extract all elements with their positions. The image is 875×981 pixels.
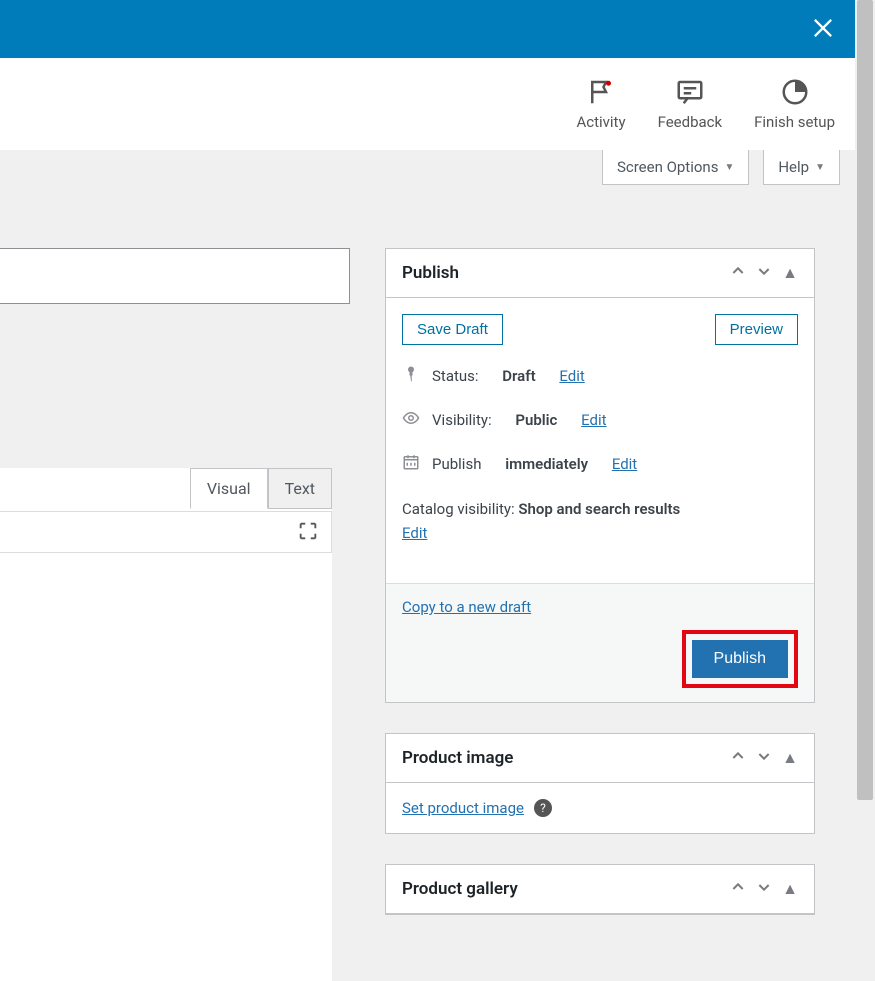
help-icon[interactable]: ? (534, 799, 552, 817)
feedback-label: Feedback (658, 113, 723, 131)
catalog-visibility-row: Catalog visibility: Shop and search resu… (402, 497, 798, 545)
publish-footer: Copy to a new draft Publish (386, 583, 814, 702)
edit-visibility-link[interactable]: Edit (581, 411, 606, 429)
product-title-input[interactable] (0, 248, 350, 304)
schedule-row: Publish immediately Edit (402, 453, 798, 475)
status-value: Draft (502, 367, 535, 385)
close-icon[interactable] (809, 14, 837, 48)
toggle-icon[interactable]: ▲ (782, 879, 798, 899)
move-down-icon[interactable] (756, 748, 772, 768)
screen-options-button[interactable]: Screen Options ▼ (602, 150, 749, 185)
text-tab[interactable]: Text (268, 468, 332, 509)
toggle-icon[interactable]: ▲ (782, 748, 798, 768)
highlight-annotation: Publish (682, 630, 798, 688)
speech-bubble-icon (675, 77, 705, 107)
progress-circle-icon (780, 77, 810, 107)
move-up-icon[interactable] (730, 263, 746, 283)
woocommerce-banner (0, 0, 855, 58)
activity-button[interactable]: Activity (576, 77, 625, 131)
set-product-image-link[interactable]: Set product image (402, 799, 524, 817)
product-gallery-header: Product gallery ▲ (386, 865, 814, 914)
product-gallery-metabox: Product gallery ▲ (385, 864, 815, 915)
activity-toolbar: Activity Feedback Finish setup (0, 58, 855, 150)
move-up-icon[interactable] (730, 748, 746, 768)
metabox-controls: ▲ (730, 748, 798, 768)
tinymce-toolbar (0, 511, 332, 553)
metabox-controls: ▲ (730, 879, 798, 899)
editor-sidebar: Publish ▲ Save Draft Preview Status: Dra… (385, 248, 815, 915)
product-image-metabox: Product image ▲ Set product image ? (385, 733, 815, 834)
metabox-controls: ▲ (730, 263, 798, 283)
help-button[interactable]: Help ▼ (763, 150, 840, 185)
calendar-icon (402, 453, 422, 475)
pin-icon (402, 365, 422, 387)
move-up-icon[interactable] (730, 879, 746, 899)
catalog-label: Catalog visibility: (402, 500, 515, 518)
save-draft-button[interactable]: Save Draft (402, 314, 503, 345)
finish-setup-button[interactable]: Finish setup (754, 77, 835, 131)
edit-catalog-link[interactable]: Edit (402, 524, 427, 542)
schedule-label: Publish (432, 455, 481, 473)
publish-body: Save Draft Preview Status: Draft Edit Vi… (386, 298, 814, 583)
feedback-button[interactable]: Feedback (658, 77, 723, 131)
toggle-icon[interactable]: ▲ (782, 263, 798, 283)
status-row: Status: Draft Edit (402, 365, 798, 387)
publish-header: Publish ▲ (386, 249, 814, 298)
fullscreen-icon[interactable] (297, 520, 319, 546)
chevron-down-icon: ▼ (815, 162, 825, 173)
activity-label: Activity (576, 113, 625, 131)
flag-icon (586, 77, 616, 107)
move-down-icon[interactable] (756, 879, 772, 899)
publish-metabox: Publish ▲ Save Draft Preview Status: Dra… (385, 248, 815, 703)
eye-icon (402, 409, 422, 431)
description-editor: Visual Text (0, 395, 332, 981)
visibility-row: Visibility: Public Edit (402, 409, 798, 431)
visibility-value: Public (515, 411, 557, 429)
preview-button[interactable]: Preview (715, 314, 798, 345)
schedule-value: immediately (505, 455, 588, 473)
move-down-icon[interactable] (756, 263, 772, 283)
visual-tab[interactable]: Visual (190, 468, 268, 509)
scrollbar-thumb[interactable] (857, 0, 873, 800)
publish-button[interactable]: Publish (692, 640, 788, 678)
help-label: Help (778, 158, 809, 176)
edit-status-link[interactable]: Edit (559, 367, 584, 385)
finish-setup-label: Finish setup (754, 113, 835, 131)
catalog-value: Shop and search results (518, 500, 680, 518)
publish-title: Publish (402, 263, 459, 283)
product-image-title: Product image (402, 748, 513, 768)
product-image-header: Product image ▲ (386, 734, 814, 783)
visibility-label: Visibility: (432, 411, 492, 429)
screen-options-label: Screen Options (617, 158, 719, 176)
editor-top-region (0, 395, 332, 468)
edit-schedule-link[interactable]: Edit (612, 455, 637, 473)
product-image-body: Set product image ? (386, 783, 814, 833)
chevron-down-icon: ▼ (724, 162, 734, 173)
product-gallery-title: Product gallery (402, 879, 518, 899)
vertical-scrollbar[interactable] (855, 0, 875, 981)
editor-tabs: Visual Text (190, 468, 332, 509)
copy-to-draft-link[interactable]: Copy to a new draft (402, 598, 798, 616)
screen-meta-links: Screen Options ▼ Help ▼ (602, 150, 840, 185)
status-label: Status: (432, 367, 479, 385)
